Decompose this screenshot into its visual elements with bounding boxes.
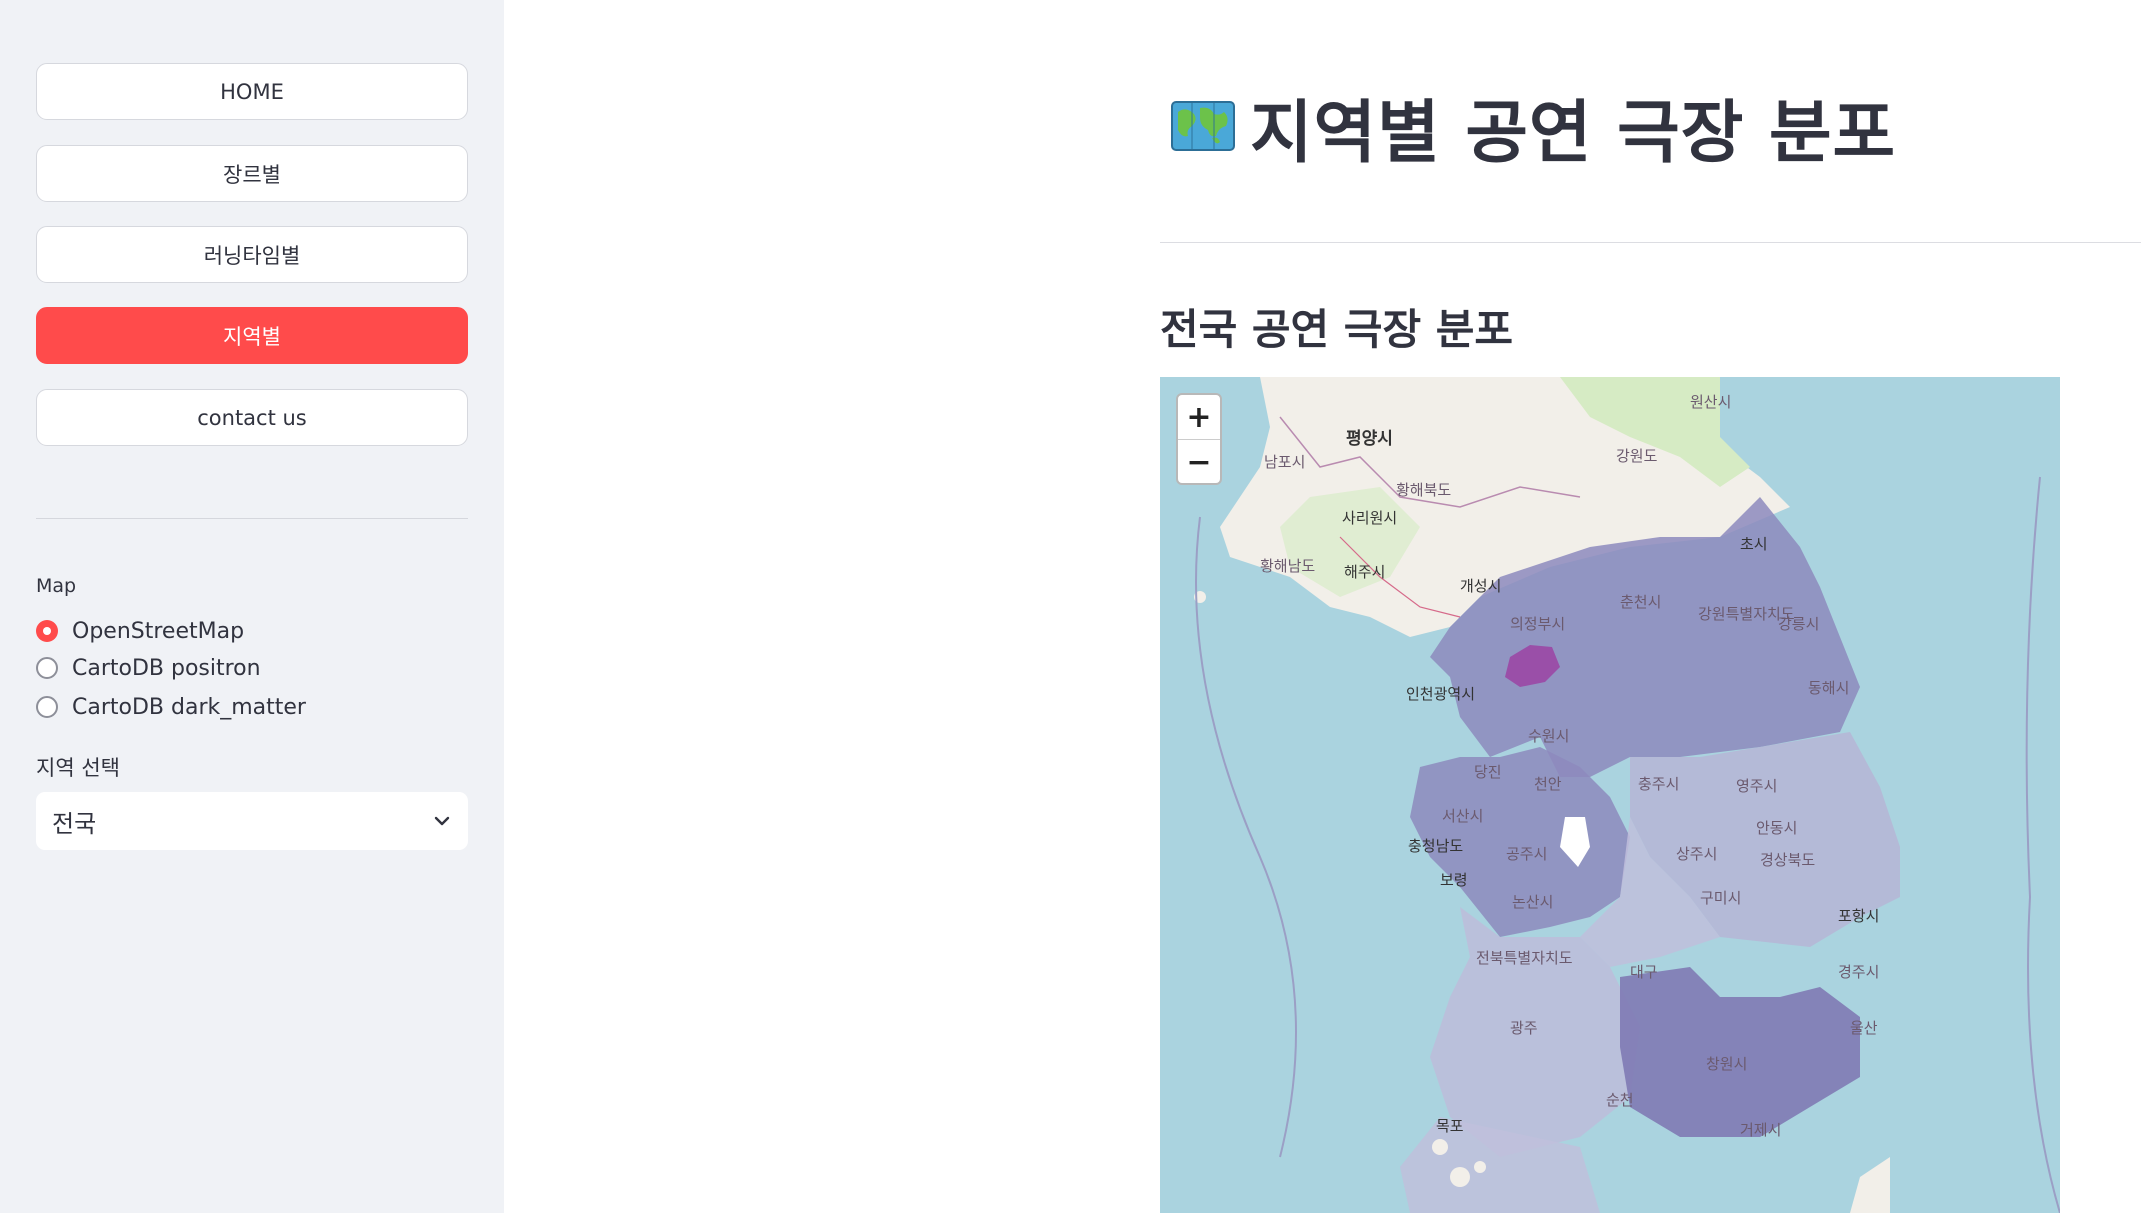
radio-openstreetmap[interactable]: OpenStreetMap — [36, 616, 244, 646]
map-place-label: 해주시 — [1344, 563, 1386, 581]
nav-runtime-button[interactable]: 러닝타임별 — [36, 226, 468, 283]
zoom-control: + − — [1176, 393, 1222, 485]
world-map-icon — [1171, 101, 1235, 151]
map-place-label: 천안 — [1534, 775, 1562, 793]
map-place-label: 원산시 — [1690, 393, 1732, 411]
map-place-label: 강원도 — [1616, 447, 1658, 465]
radio-unselected-icon — [36, 657, 58, 679]
map-place-label: 서산시 — [1442, 807, 1484, 825]
map-place-label: 상주시 — [1676, 845, 1718, 863]
radio-label: CartoDB positron — [72, 655, 261, 681]
map-canvas — [1160, 377, 2060, 1213]
region-select-label: 지역 선택 — [36, 756, 120, 780]
zoom-out-button[interactable]: − — [1178, 439, 1220, 484]
map-style-label: Map — [36, 575, 77, 597]
map-place-label: 황해북도 — [1396, 481, 1452, 499]
radio-unselected-icon — [36, 696, 58, 718]
map-place-label: 충주시 — [1638, 775, 1680, 793]
map-place-label: 경주시 — [1838, 963, 1880, 981]
nav-home-button[interactable]: HOME — [36, 63, 468, 120]
nav-region-button[interactable]: 지역별 — [36, 307, 468, 364]
map-place-label: 당진 — [1474, 763, 1502, 781]
radio-cartodb-dark-matter[interactable]: CartoDB dark_matter — [36, 692, 306, 722]
map-place-label: 개성시 — [1460, 577, 1502, 595]
map-place-label: 경상북도 — [1760, 851, 1816, 869]
region-select-value: 전국 — [52, 809, 97, 838]
map-place-label: 창원시 — [1706, 1055, 1748, 1073]
chevron-down-icon — [434, 816, 450, 826]
radio-label: CartoDB dark_matter — [72, 694, 306, 720]
radio-label: OpenStreetMap — [72, 618, 245, 644]
map-place-label: 초시 — [1740, 535, 1768, 553]
map-place-label: 춘천시 — [1620, 593, 1662, 611]
region-map[interactable]: 원산시 평양시 강원도 남포시 황해북도 사리원시 황해남도 해주시 개성시 초… — [1160, 377, 2060, 1213]
nav-genre-button[interactable]: 장르별 — [36, 145, 468, 202]
map-place-label: 공주시 — [1506, 845, 1548, 863]
map-place-label: 사리원시 — [1342, 509, 1398, 527]
map-place-label: 논산시 — [1512, 893, 1554, 911]
map-place-label: 포항시 — [1838, 907, 1880, 925]
map-place-label: 충청남도 — [1408, 837, 1464, 855]
map-place-label: 거제시 — [1740, 1121, 1782, 1139]
map-place-label: 보령 — [1440, 871, 1468, 889]
map-place-label: 순천 — [1606, 1091, 1634, 1109]
map-place-label: 영주시 — [1736, 777, 1778, 795]
region-select[interactable]: 전국 — [36, 792, 468, 850]
title-divider — [1160, 242, 2141, 243]
map-place-label: 광주 — [1510, 1019, 1538, 1037]
map-place-label: 대구 — [1630, 963, 1658, 981]
map-place-label: 구미시 — [1700, 889, 1742, 907]
map-place-label: 평양시 — [1346, 429, 1393, 449]
map-place-label: 인천광역시 — [1406, 685, 1476, 703]
map-place-label: 전북특별자치도 — [1476, 949, 1573, 967]
map-place-label: 황해남도 — [1260, 557, 1316, 575]
section-title: 전국 공연 극장 분포 — [1160, 305, 1513, 354]
map-place-label: 안동시 — [1756, 819, 1798, 837]
map-place-label: 의정부시 — [1510, 615, 1566, 633]
map-place-label: 수원시 — [1528, 727, 1570, 745]
nav-contact-button[interactable]: contact us — [36, 389, 468, 446]
radio-selected-icon — [36, 620, 58, 642]
map-place-label: 목포 — [1436, 1117, 1464, 1135]
map-place-label: 강릉시 — [1778, 615, 1820, 633]
map-place-label: 남포시 — [1264, 453, 1306, 471]
map-place-label: 동해시 — [1808, 679, 1850, 697]
sidebar-divider — [36, 518, 468, 519]
zoom-in-button[interactable]: + — [1178, 395, 1220, 439]
page-title-text: 지역별 공연 극장 분포 — [1250, 93, 1897, 173]
sidebar: HOME 장르별 러닝타임별 지역별 contact us Map OpenSt… — [0, 0, 504, 1213]
radio-cartodb-positron[interactable]: CartoDB positron — [36, 653, 261, 683]
page-title: 지역별 공연 극장 분포 — [1170, 78, 1896, 174]
map-place-label: 울산 — [1850, 1019, 1878, 1037]
